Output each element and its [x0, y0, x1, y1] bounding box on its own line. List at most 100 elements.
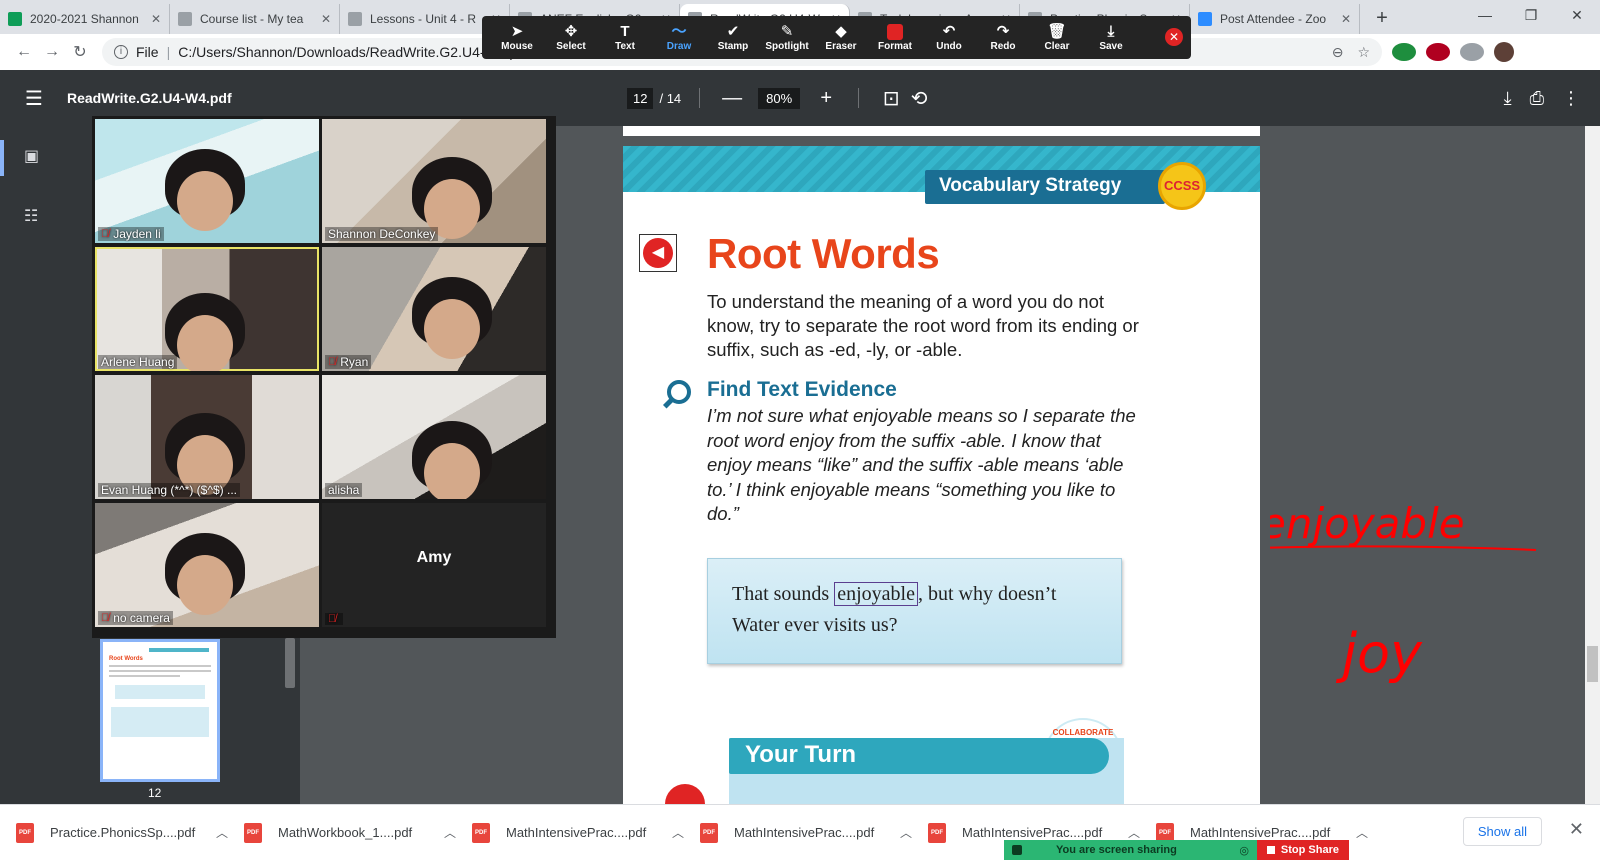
url-path: C:/Users/Shannon/Downloads/ReadWrite.G2.…: [178, 44, 529, 60]
reload-button[interactable]: ↻: [66, 42, 94, 62]
annotation-toolbar: ➤ Mouse ✥ Select T Text 〜 Draw ✔ Stamp ✎ Spotlight ◆…: [482, 16, 1191, 59]
page-thumbnail[interactable]: Root Words: [100, 639, 220, 782]
tool-select-button[interactable]: ✥ Select: [544, 23, 598, 52]
tool-redo-button[interactable]: ↷ Redo: [976, 23, 1030, 52]
tool-label: Clear: [1044, 41, 1070, 52]
download-icon[interactable]: ⤓: [1504, 88, 1512, 109]
tool-eraser-button[interactable]: ◆ Eraser: [814, 23, 868, 52]
pdf-file-icon: PDF: [472, 822, 490, 843]
download-filename: MathIntensivePrac....pdf: [734, 825, 875, 840]
chevron-up-icon[interactable]: ︿: [672, 824, 684, 841]
highlighted-word: enjoyable: [834, 582, 918, 606]
evidence-text: I’m not sure what enjoyable means so I s…: [707, 405, 1136, 524]
fit-page-icon[interactable]: ⊡: [877, 86, 905, 111]
stop-share-button[interactable]: Stop Share: [1256, 840, 1349, 860]
more-options-icon[interactable]: ⋮: [1562, 88, 1580, 109]
download-filename: MathIntensivePrac....pdf: [1190, 825, 1331, 840]
pdf-file-icon: PDF: [244, 822, 262, 843]
close-downloads-icon[interactable]: ✕: [1569, 819, 1584, 840]
participant-video[interactable]: Arlene Huang: [95, 247, 319, 371]
download-item[interactable]: PDF Practice.PhonicsSp....pdf ︿: [16, 822, 244, 843]
tool-text-button[interactable]: T Text: [598, 23, 652, 52]
download-item[interactable]: PDF MathIntensivePrac....pdf ︿: [700, 822, 928, 843]
zoom-out-button[interactable]: —: [718, 87, 746, 110]
tool-draw-button[interactable]: 〜 Draw: [652, 23, 706, 52]
outline-icon[interactable]: ☷: [24, 206, 42, 225]
annotation-tools: ➤ Mouse ✥ Select T Text 〜 Draw ✔ Stamp ✎ Spotlight ◆…: [490, 23, 1138, 52]
chevron-up-icon[interactable]: ︿: [900, 824, 912, 841]
tool-stamp-button[interactable]: ✔ Stamp: [706, 23, 760, 52]
participant-video[interactable]: Shannon DeConkey: [322, 119, 546, 243]
your-turn-speaker-icon[interactable]: [665, 784, 705, 804]
text-icon: T: [620, 23, 630, 40]
video-gallery: 🎙̸ Jayden li Shannon DeConkey Arlene Huang 🎙…: [92, 116, 556, 638]
forward-button[interactable]: →: [38, 43, 66, 61]
previous-page-edge: [623, 126, 1260, 136]
chevron-up-icon[interactable]: ︿: [1356, 824, 1368, 841]
tab-close-icon[interactable]: ✕: [1341, 12, 1351, 26]
profile-avatar[interactable]: [1494, 42, 1514, 62]
muted-mic-icon: 🎙̸: [328, 613, 337, 625]
show-all-button[interactable]: Show all: [1462, 817, 1542, 846]
format-icon: [887, 24, 903, 40]
tool-mouse-button[interactable]: ➤ Mouse: [490, 23, 544, 52]
tool-save-button[interactable]: ⤓ Save: [1084, 23, 1138, 52]
speaker-icon[interactable]: ◀: [639, 234, 677, 272]
example-quote: That sounds enjoyable, but why doesn’t W…: [707, 558, 1122, 664]
tab-close-icon[interactable]: ✕: [151, 12, 161, 26]
participant-video[interactable]: 🎙̸ Jayden li: [95, 119, 319, 243]
tab-title: 2020-2021 Shannon: [30, 12, 139, 26]
participant-video[interactable]: Evan Huang (*^*) ($^$) ...: [95, 375, 319, 499]
tab-title: Lessons - Unit 4 - R: [370, 12, 477, 26]
download-item[interactable]: PDF MathIntensivePrac....pdf ︿: [472, 822, 700, 843]
tool-undo-button[interactable]: ↶ Undo: [922, 23, 976, 52]
download-item[interactable]: PDF MathWorkbook_1....pdf ︿: [244, 822, 472, 843]
bookmark-star-icon[interactable]: ☆: [1357, 44, 1370, 61]
participant-video[interactable]: 🎙̸ Ryan: [322, 247, 546, 371]
participant-name: Ryan: [340, 355, 369, 369]
download-filename: MathIntensivePrac....pdf: [506, 825, 647, 840]
chevron-up-icon[interactable]: ︿: [1128, 824, 1140, 841]
tool-label: Draw: [666, 41, 692, 52]
scroll-thumb[interactable]: [1587, 646, 1598, 682]
maximize-button[interactable]: ❐: [1508, 0, 1554, 30]
zoom-input[interactable]: 80%: [758, 87, 801, 109]
rotate-icon[interactable]: ⟲: [905, 86, 933, 111]
share-settings-icon[interactable]: ◎: [1239, 844, 1249, 857]
tool-label: Redo: [990, 41, 1016, 52]
zoom-in-button[interactable]: +: [812, 87, 840, 110]
menu-icon[interactable]: ☰: [25, 86, 45, 111]
participant-video[interactable]: alisha: [322, 375, 546, 499]
browser-tab[interactable]: 2020-2021 Shannon ✕: [0, 4, 170, 34]
extension-ublock-icon[interactable]: [1426, 43, 1450, 61]
page-number-input[interactable]: 12: [627, 87, 654, 109]
thumbnails-icon[interactable]: ▣: [24, 146, 42, 165]
back-button[interactable]: ←: [10, 43, 38, 61]
print-icon[interactable]: ⎙: [1530, 88, 1544, 109]
tool-clear-button[interactable]: 🗑 Clear: [1030, 23, 1084, 52]
extensions-puzzle-icon[interactable]: [1460, 43, 1484, 61]
close-annotation-button[interactable]: ✕: [1165, 28, 1183, 46]
participant-video[interactable]: Amy 🎙̸: [322, 503, 546, 627]
tab-favicon-icon: [8, 12, 22, 26]
participant-name: Arlene Huang: [101, 355, 175, 369]
extension-green-icon[interactable]: [1392, 43, 1416, 61]
browser-tab[interactable]: Course list - My tea ✕: [170, 4, 340, 34]
close-window-button[interactable]: ✕: [1554, 0, 1600, 30]
chevron-up-icon[interactable]: ︿: [216, 824, 228, 841]
page-title: Root Words: [707, 230, 940, 277]
annotation-word-enjoyable: enjoyable: [1270, 500, 1465, 548]
chevron-up-icon[interactable]: ︿: [444, 824, 456, 841]
pdf-file-icon: PDF: [928, 822, 946, 843]
ccss-badge: CCSS: [1158, 162, 1206, 210]
tab-close-icon[interactable]: ✕: [321, 12, 331, 26]
tool-spotlight-button[interactable]: ✎ Spotlight: [760, 23, 814, 52]
minimize-button[interactable]: —: [1462, 0, 1508, 30]
tool-format-button[interactable]: Format: [868, 23, 922, 52]
viewer-scrollbar[interactable]: [1585, 126, 1600, 804]
zoom-icon[interactable]: ⊖: [1332, 44, 1344, 61]
sidebar-scrollbar[interactable]: [285, 638, 295, 688]
new-tab-button[interactable]: +: [1368, 4, 1396, 32]
participant-video[interactable]: 🎙̸ no camera: [95, 503, 319, 627]
browser-tab[interactable]: Post Attendee - Zoo ✕: [1190, 4, 1360, 34]
